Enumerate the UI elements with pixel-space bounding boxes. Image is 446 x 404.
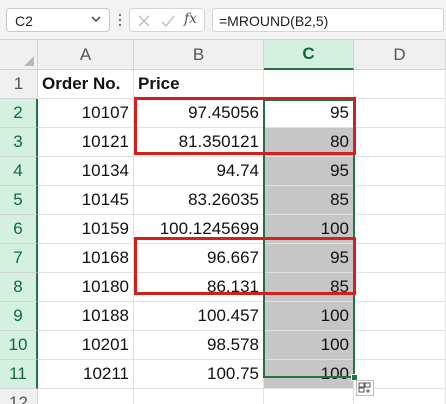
cell-a3[interactable]: 10121 xyxy=(38,128,134,157)
select-all-triangle xyxy=(24,56,34,66)
cell-a1[interactable]: Order No. xyxy=(38,70,134,99)
row-header-7[interactable]: 7 xyxy=(0,244,38,273)
row-header-4[interactable]: 4 xyxy=(0,157,38,186)
cell-b8[interactable]: 86.131 xyxy=(134,273,264,302)
cell-a6[interactable]: 10159 xyxy=(38,215,134,244)
cell-c7[interactable]: 95 xyxy=(264,244,354,273)
name-box[interactable]: C2 xyxy=(6,8,110,32)
formula-text: =MROUND(B2,5) xyxy=(219,13,329,29)
cell-d6[interactable] xyxy=(354,215,446,244)
formula-buttons: fx xyxy=(129,8,205,32)
formula-bar: C2 fx =MROUND(B2,5) xyxy=(0,0,446,40)
row-header-10[interactable]: 10 xyxy=(0,331,38,360)
cell-d2[interactable] xyxy=(354,99,446,128)
row-header-6[interactable]: 6 xyxy=(0,215,38,244)
cancel-icon[interactable] xyxy=(136,13,152,29)
chevron-down-icon[interactable] xyxy=(89,12,103,26)
cell-a10[interactable]: 10201 xyxy=(38,331,134,360)
cell-a8[interactable]: 10180 xyxy=(38,273,134,302)
row-header-8[interactable]: 8 xyxy=(0,273,38,302)
row-header-3[interactable]: 3 xyxy=(0,128,38,157)
row-header-11[interactable]: 11 xyxy=(0,360,38,389)
cell-d5[interactable] xyxy=(354,186,446,215)
cell-c9[interactable]: 100 xyxy=(264,302,354,331)
cell-b1[interactable]: Price xyxy=(134,70,264,99)
cell-b9[interactable]: 100.457 xyxy=(134,302,264,331)
cell-b12[interactable] xyxy=(134,389,264,404)
cell-b2[interactable]: 97.45056 xyxy=(134,99,264,128)
row-header-12[interactable]: 12 xyxy=(0,389,38,404)
cell-c11[interactable]: 100 xyxy=(264,360,354,389)
column-header-d[interactable]: D xyxy=(354,40,446,70)
column-header-b[interactable]: B xyxy=(134,40,264,70)
quick-analysis-icon[interactable] xyxy=(356,380,374,396)
name-box-value: C2 xyxy=(15,13,33,29)
column-header-a[interactable]: A xyxy=(38,40,134,70)
cell-a12[interactable] xyxy=(38,389,134,404)
select-all-corner[interactable] xyxy=(0,40,38,70)
formula-input[interactable]: =MROUND(B2,5) xyxy=(212,8,444,32)
cell-c1[interactable] xyxy=(264,70,354,99)
cell-a5[interactable]: 10145 xyxy=(38,186,134,215)
more-options-icon[interactable] xyxy=(118,12,122,28)
cell-d8[interactable] xyxy=(354,273,446,302)
cell-d4[interactable] xyxy=(354,157,446,186)
cell-a9[interactable]: 10188 xyxy=(38,302,134,331)
cell-c5[interactable]: 85 xyxy=(264,186,354,215)
row-header-5[interactable]: 5 xyxy=(0,186,38,215)
cell-c8[interactable]: 85 xyxy=(264,273,354,302)
cell-b4[interactable]: 94.74 xyxy=(134,157,264,186)
row-header-1[interactable]: 1 xyxy=(0,70,38,99)
cell-b11[interactable]: 100.75 xyxy=(134,360,264,389)
column-header-c[interactable]: C xyxy=(264,40,354,70)
insert-function-icon[interactable]: fx xyxy=(184,11,197,27)
cell-b5[interactable]: 83.26035 xyxy=(134,186,264,215)
cell-a4[interactable]: 10134 xyxy=(38,157,134,186)
cell-b7[interactable]: 96.667 xyxy=(134,244,264,273)
cell-c12[interactable] xyxy=(264,389,354,404)
cell-a7[interactable]: 10168 xyxy=(38,244,134,273)
cell-d10[interactable] xyxy=(354,331,446,360)
row-header-2[interactable]: 2 xyxy=(0,99,38,128)
cell-d3[interactable] xyxy=(354,128,446,157)
cell-c6[interactable]: 100 xyxy=(264,215,354,244)
cell-d9[interactable] xyxy=(354,302,446,331)
cell-c3[interactable]: 80 xyxy=(264,128,354,157)
row-header-9[interactable]: 9 xyxy=(0,302,38,331)
cell-c2[interactable]: 95 xyxy=(264,99,354,128)
cell-b10[interactable]: 98.578 xyxy=(134,331,264,360)
cell-c10[interactable]: 100 xyxy=(264,331,354,360)
cell-d7[interactable] xyxy=(354,244,446,273)
enter-icon[interactable] xyxy=(160,13,176,29)
cell-b6[interactable]: 100.1245699 xyxy=(134,215,264,244)
cell-c4[interactable]: 95 xyxy=(264,157,354,186)
cell-a11[interactable]: 10211 xyxy=(38,360,134,389)
cell-a2[interactable]: 10107 xyxy=(38,99,134,128)
cell-b3[interactable]: 81.350121 xyxy=(134,128,264,157)
cell-d1[interactable] xyxy=(354,70,446,99)
